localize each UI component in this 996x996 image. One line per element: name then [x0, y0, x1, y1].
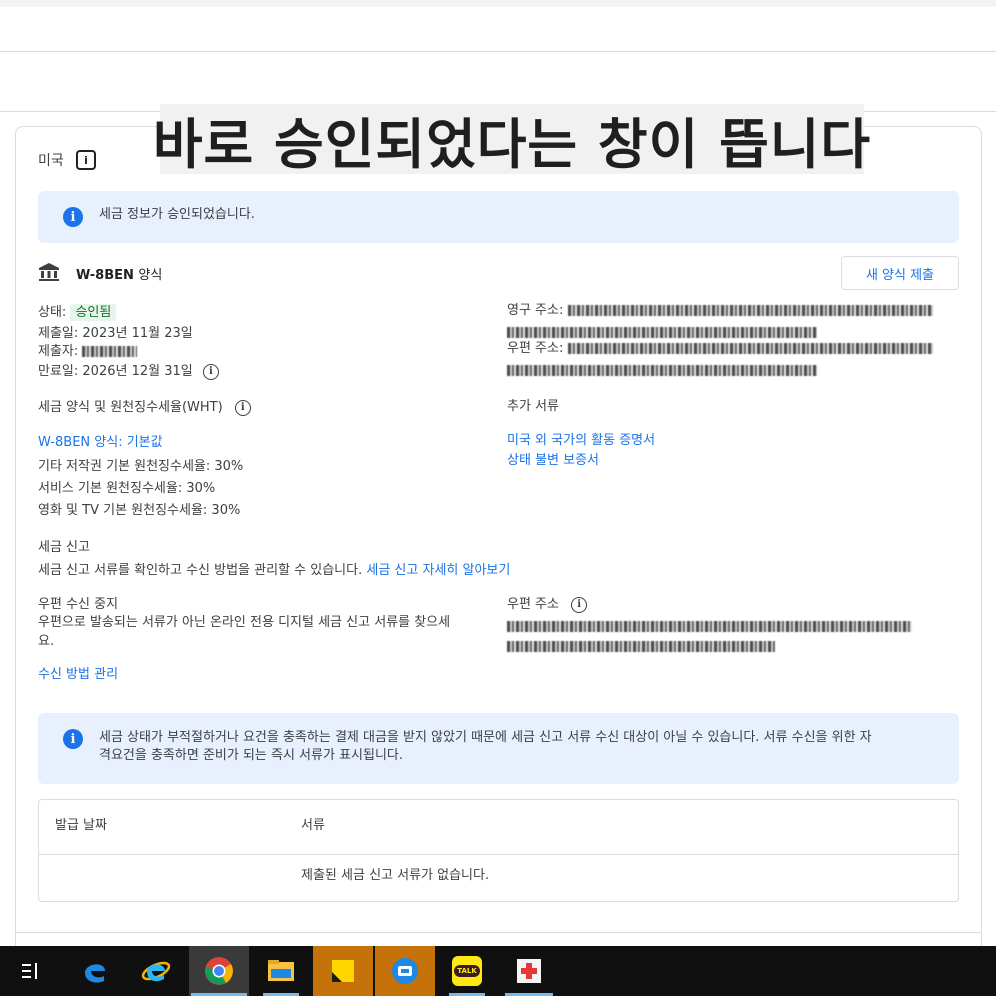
internet-explorer-icon — [141, 961, 171, 982]
folder-icon — [268, 960, 294, 981]
redacted-address — [507, 327, 817, 338]
submitter-row: 제출자: — [38, 343, 138, 361]
form-title: W-8BEN 양식 — [76, 264, 162, 283]
rate-services: 서비스 기본 원천징수세율: 30% — [38, 481, 216, 496]
divider — [0, 51, 996, 52]
status-row: 상태: 승인됨 — [38, 304, 117, 322]
redacted-address — [507, 641, 775, 652]
taskbar-kakaotalk[interactable]: TALK — [437, 946, 497, 996]
manage-delivery-link[interactable]: 수신 방법 관리 — [38, 666, 118, 684]
info-icon: i — [63, 729, 83, 749]
learn-more-link[interactable]: 세금 신고 자세히 알아보기 — [366, 563, 510, 578]
taskbar-edge[interactable] — [65, 946, 125, 996]
mail-address-label: 우편 주소 — [507, 597, 559, 612]
mail-address-heading-row: 우편 주소 i — [507, 596, 588, 614]
taskbar-medical-app[interactable] — [499, 946, 559, 996]
submitted-label: 제출일: — [38, 326, 79, 341]
chrome-icon — [205, 957, 233, 985]
mailing-address-line2 — [507, 360, 817, 379]
approved-message: 세금 정보가 승인되었습니다. — [99, 207, 255, 222]
column-header-document: 서류 — [301, 818, 325, 833]
rate-film-tv: 영화 및 TV 기본 원천징수세율: 30% — [38, 503, 241, 518]
taskbar-sticky-notes[interactable] — [313, 946, 373, 996]
wht-heading-row: 세금 양식 및 원천징수세율(WHT) i — [38, 399, 251, 417]
column-header-date: 발급 날짜 — [55, 818, 107, 833]
taskbar-app[interactable] — [375, 946, 435, 996]
redacted-address — [507, 621, 912, 632]
approved-banner: i 세금 정보가 승인되었습니다. — [38, 191, 959, 243]
info-icon[interactable]: i — [571, 596, 588, 613]
kakaotalk-icon: TALK — [452, 956, 482, 986]
mailing-address-label: 우편 주소: — [507, 341, 564, 356]
info-icon[interactable]: i — [202, 363, 219, 380]
rate-royalties: 기타 저작권 기본 원천징수세율: 30% — [38, 459, 244, 474]
empty-state-text: 제출된 세금 신고 서류가 없습니다. — [301, 868, 490, 883]
tax-report-description-row: 세금 신고 서류를 확인하고 수신 방법을 관리할 수 있습니다. 세금 신고 … — [38, 562, 510, 580]
wht-heading: 세금 양식 및 원천징수세율(WHT) — [38, 400, 223, 415]
windows-taskbar: TALK — [0, 946, 996, 996]
status-badge: 승인됨 — [70, 304, 117, 321]
mailing-address-row: 우편 주소: — [507, 340, 933, 358]
bank-icon — [39, 263, 59, 281]
mail-stop-line1: 우편으로 발송되는 서류가 아닌 온라인 전용 디지털 세금 신고 서류를 찾으… — [38, 615, 451, 630]
overlay-caption: 바로 승인되었다는 창이 뜹니다 — [153, 104, 870, 176]
permanent-address-label: 영구 주소: — [507, 303, 564, 318]
tax-documents-table: 발급 날짜 서류 제출된 세금 신고 서류가 없습니다. — [38, 799, 959, 902]
activity-certificate-link[interactable]: 미국 외 국가의 활동 증명서 — [507, 432, 655, 450]
status-label: 상태: — [38, 305, 67, 320]
mail-address-line1 — [507, 616, 912, 635]
info-icon[interactable]: i — [234, 399, 251, 416]
task-view-button[interactable] — [0, 946, 62, 996]
task-view-icon — [22, 963, 37, 979]
notice-line1: 세금 상태가 부적절하거나 요건을 충족하는 결제 대금을 받지 않았기 때문에… — [99, 730, 872, 745]
form-suffix: 양식 — [138, 268, 163, 283]
new-form-button[interactable]: 새 양식 제출 — [841, 256, 959, 290]
divider — [16, 932, 981, 933]
taskbar-internet-explorer[interactable] — [126, 946, 186, 996]
taskbar-file-explorer[interactable] — [251, 946, 311, 996]
eligibility-notice-banner: i 세금 상태가 부적절하거나 요건을 충족하는 결제 대금을 받지 않았기 때… — [38, 713, 959, 784]
expiry-row: 만료일: 2026년 12월 31일 i — [38, 363, 219, 381]
notice-line2: 격요건을 충족하면 준비가 되는 즉시 서류가 표시됩니다. — [99, 748, 404, 763]
country-label: 미국 — [38, 153, 64, 169]
submitted-date: 2023년 11월 23일 — [82, 326, 193, 341]
app-icon — [392, 958, 418, 984]
tax-report-heading: 세금 신고 — [38, 540, 90, 555]
mail-stop-line2: 요. — [38, 634, 55, 649]
form-name: W-8BEN — [76, 268, 134, 283]
info-icon[interactable]: i — [76, 150, 96, 170]
tax-report-description: 세금 신고 서류를 확인하고 수신 방법을 관리할 수 있습니다. — [38, 563, 363, 578]
expiry-label: 만료일: — [38, 364, 79, 379]
sticky-notes-icon — [332, 960, 354, 982]
redacted-address — [567, 305, 933, 316]
browser-top-strip — [0, 0, 996, 7]
permanent-address-line2 — [507, 322, 817, 341]
permanent-address-row: 영구 주소: — [507, 302, 933, 320]
redacted-address — [567, 343, 933, 354]
extra-docs-heading: 추가 서류 — [507, 399, 559, 414]
status-unchanged-link[interactable]: 상태 불변 보증서 — [507, 452, 599, 470]
submitter-label: 제출자: — [38, 344, 79, 359]
edge-icon — [85, 964, 105, 983]
divider — [39, 854, 958, 855]
expiry-date: 2026년 12월 31일 — [82, 364, 193, 379]
w8ben-default-link[interactable]: W-8BEN 양식: 기본값 — [38, 434, 163, 452]
taskbar-chrome[interactable] — [189, 946, 249, 996]
redacted-name — [82, 346, 138, 357]
kakaotalk-label: TALK — [454, 965, 480, 977]
redacted-address — [507, 365, 817, 376]
mail-stop-heading: 우편 수신 중지 — [38, 597, 119, 612]
info-icon: i — [63, 207, 83, 227]
submitted-row: 제출일: 2023년 11월 23일 — [38, 325, 193, 343]
mail-address-line2 — [507, 636, 775, 655]
first-aid-icon — [517, 959, 541, 983]
